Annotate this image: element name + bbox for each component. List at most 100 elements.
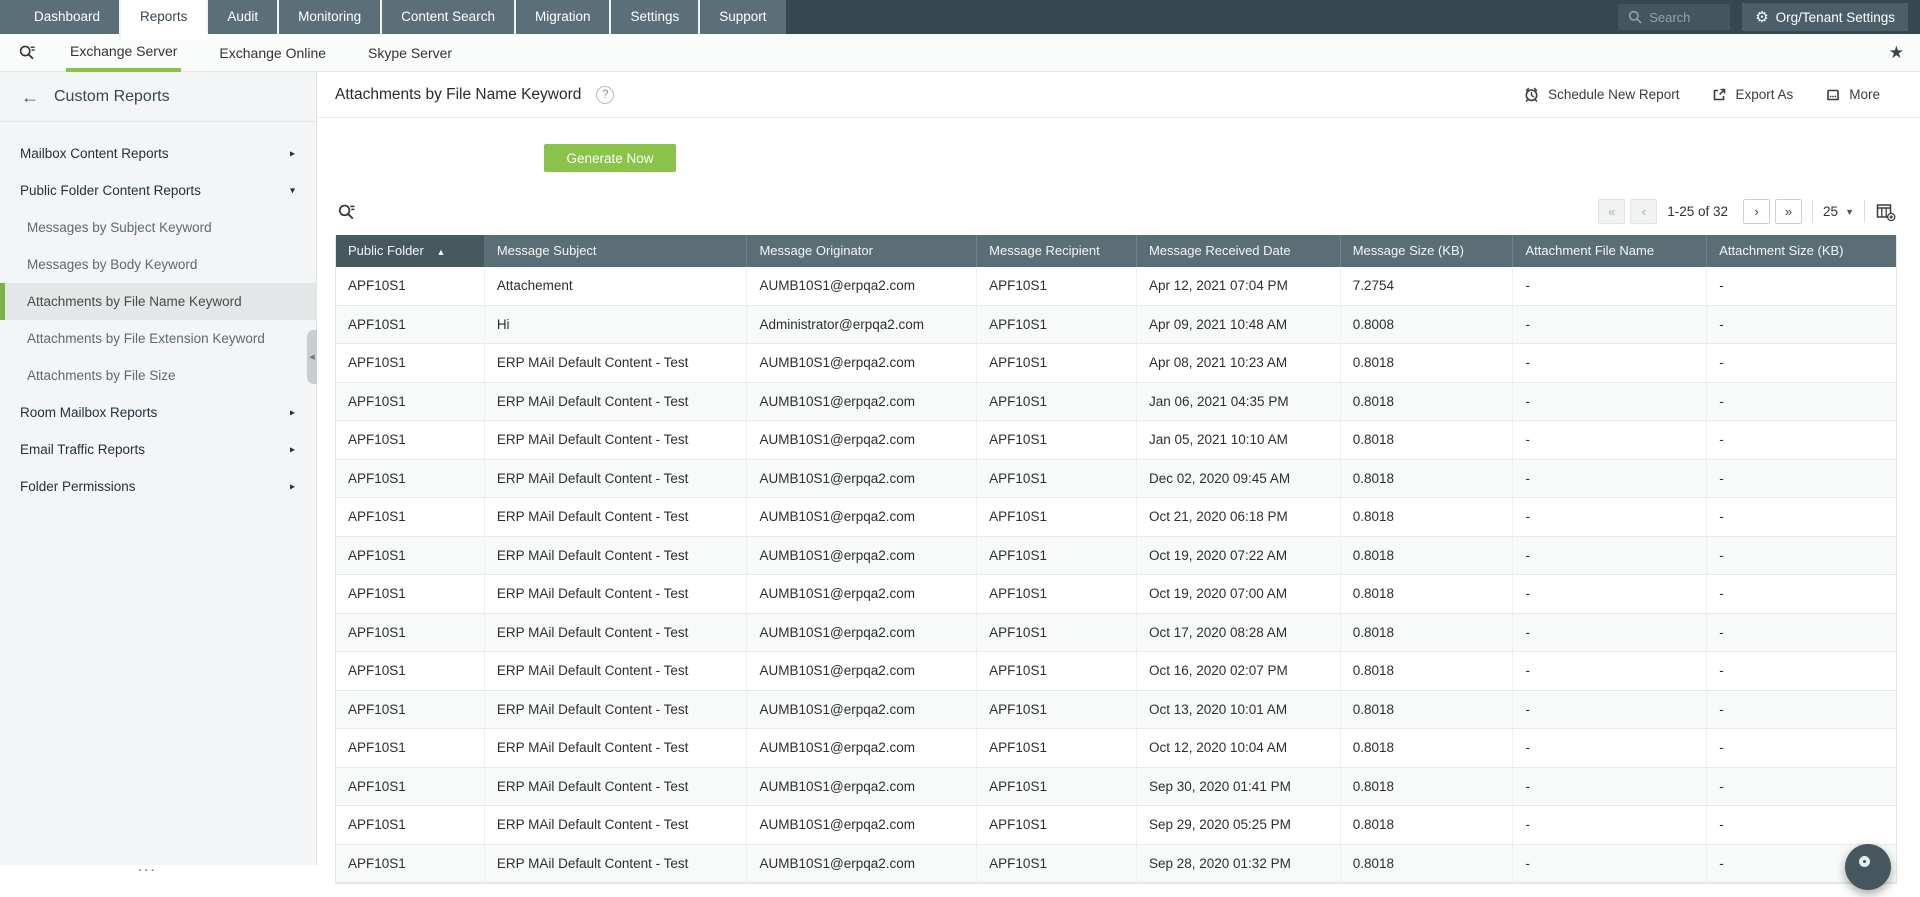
table-header-row: Public Folder ▲ Message Subject Message … [336, 235, 1896, 267]
cell-message-size: 0.8018 [1341, 729, 1514, 767]
previous-page-button[interactable]: ‹ [1630, 199, 1657, 224]
org-tenant-settings-label: Org/Tenant Settings [1776, 10, 1895, 25]
cell-attachment-size: - [1707, 652, 1896, 690]
table-row[interactable]: APF10S1 ERP MAil Default Content - Test … [336, 729, 1896, 768]
cell-attachment-file-name: - [1513, 344, 1707, 382]
column-header[interactable]: Message Subject [485, 235, 748, 267]
org-tenant-settings-button[interactable]: ⚙ Org/Tenant Settings [1742, 3, 1908, 31]
generate-now-button[interactable]: Generate Now [544, 144, 676, 172]
column-header[interactable]: Message Recipient [977, 235, 1137, 267]
cell-message-received-date: Oct 16, 2020 02:07 PM [1137, 652, 1341, 690]
column-header-label: Message Size (KB) [1353, 243, 1464, 258]
sidebar-item-label: Room Mailbox Reports [20, 405, 157, 420]
cell-attachment-size: - [1707, 614, 1896, 652]
cell-public-folder: APF10S1 [336, 768, 485, 806]
cell-public-folder: APF10S1 [336, 421, 485, 459]
cell-message-size: 0.8018 [1341, 691, 1514, 729]
last-page-button[interactable]: » [1775, 199, 1802, 224]
first-page-button[interactable]: « [1598, 199, 1625, 224]
favorite-star-icon[interactable]: ★ [1889, 43, 1904, 63]
sidebar-item[interactable]: Attachments by File Size [0, 357, 316, 394]
nav-tab[interactable]: Support [698, 0, 785, 34]
cell-attachment-file-name: - [1513, 806, 1707, 844]
sidebar-item[interactable]: Attachments by File Name Keyword [0, 283, 316, 320]
cell-message-size: 7.2754 [1341, 267, 1514, 305]
table-row[interactable]: APF10S1 ERP MAil Default Content - Test … [336, 460, 1896, 499]
cell-public-folder: APF10S1 [336, 652, 485, 690]
search-placeholder: Search [1649, 10, 1690, 25]
global-search-input[interactable]: Search [1618, 4, 1730, 30]
back-arrow-icon[interactable]: ← [21, 88, 39, 106]
column-header[interactable]: Message Size (KB) [1341, 235, 1514, 267]
column-header[interactable]: Attachment Size (KB) [1707, 235, 1896, 267]
cell-attachment-file-name: - [1513, 729, 1707, 767]
schedule-new-report-button[interactable]: Schedule New Report [1523, 86, 1679, 103]
nav-tab[interactable]: Dashboard [15, 0, 119, 34]
cell-attachment-file-name: - [1513, 383, 1707, 421]
cell-message-size: 0.8018 [1341, 768, 1514, 806]
column-header[interactable]: Message Received Date [1137, 235, 1341, 267]
sidebar-item[interactable]: Mailbox Content Reports ▸ [0, 135, 316, 172]
table-row[interactable]: APF10S1 ERP MAil Default Content - Test … [336, 383, 1896, 422]
sidebar-item[interactable]: Attachments by File Extension Keyword [0, 320, 316, 357]
table-search-icon[interactable] [337, 202, 357, 222]
cell-message-recipient: APF10S1 [977, 768, 1137, 806]
cell-message-originator: AUMB10S1@erpqa2.com [747, 845, 977, 883]
sidebar-item-label: Attachments by File Name Keyword [27, 294, 242, 309]
table-row[interactable]: APF10S1 ERP MAil Default Content - Test … [336, 498, 1896, 537]
cell-attachment-size: - [1707, 498, 1896, 536]
report-search-icon[interactable] [18, 43, 42, 62]
sidebar-item[interactable]: Public Folder Content Reports ▾ [0, 172, 316, 209]
cell-message-subject: ERP MAil Default Content - Test [485, 691, 748, 729]
cell-public-folder: APF10S1 [336, 498, 485, 536]
cell-public-folder: APF10S1 [336, 306, 485, 344]
nav-tab[interactable]: Migration [514, 0, 610, 34]
cell-message-originator: Administrator@erpqa2.com [747, 306, 977, 344]
column-header[interactable]: Message Originator [747, 235, 977, 267]
divider [1864, 200, 1865, 223]
cell-message-originator: AUMB10S1@erpqa2.com [747, 691, 977, 729]
sidebar-item[interactable]: Messages by Subject Keyword [0, 209, 316, 246]
assistant-floating-button[interactable] [1845, 844, 1891, 890]
table-row[interactable]: APF10S1 ERP MAil Default Content - Test … [336, 652, 1896, 691]
page-size-dropdown[interactable]: 25 ▼ [1823, 204, 1854, 219]
column-header[interactable]: Attachment File Name [1513, 235, 1707, 267]
sidebar-item[interactable]: Folder Permissions ▸ [0, 468, 316, 505]
table-row[interactable]: APF10S1 ERP MAil Default Content - Test … [336, 575, 1896, 614]
nav-tab[interactable]: Reports [119, 0, 206, 40]
table-row[interactable]: APF10S1 ERP MAil Default Content - Test … [336, 768, 1896, 807]
cell-message-recipient: APF10S1 [977, 498, 1137, 536]
sidebar-item[interactable]: Messages by Body Keyword [0, 246, 316, 283]
nav-tab[interactable]: Settings [609, 0, 698, 34]
nav-tab[interactable]: Monitoring [277, 0, 380, 34]
nav-tab[interactable]: Audit [206, 0, 277, 34]
next-page-button[interactable]: › [1743, 199, 1770, 224]
table-row[interactable]: APF10S1 ERP MAil Default Content - Test … [336, 537, 1896, 576]
more-button[interactable]: More [1825, 87, 1880, 103]
sidebar-item[interactable]: Email Traffic Reports ▸ [0, 431, 316, 468]
cell-message-recipient: APF10S1 [977, 845, 1137, 883]
sidebar-item[interactable]: Room Mailbox Reports ▸ [0, 394, 316, 431]
page-size-value: 25 [1823, 204, 1838, 219]
table-row[interactable]: APF10S1 ERP MAil Default Content - Test … [336, 614, 1896, 653]
table-row[interactable]: APF10S1 Attachement AUMB10S1@erpqa2.com … [336, 267, 1896, 306]
table-row[interactable]: APF10S1 ERP MAil Default Content - Test … [336, 344, 1896, 383]
secondary-tab[interactable]: Skype Server [364, 34, 456, 72]
table-row[interactable]: APF10S1 ERP MAil Default Content - Test … [336, 421, 1896, 460]
table-row[interactable]: APF10S1 ERP MAil Default Content - Test … [336, 845, 1896, 884]
column-header[interactable]: Public Folder ▲ [336, 235, 485, 267]
add-column-icon[interactable] [1875, 202, 1896, 222]
table-row[interactable]: APF10S1 ERP MAil Default Content - Test … [336, 806, 1896, 845]
export-as-button[interactable]: Export As [1711, 87, 1793, 103]
table-row[interactable]: APF10S1 ERP MAil Default Content - Test … [336, 691, 1896, 730]
sidebar-collapse-handle[interactable]: ◀ [307, 330, 317, 384]
cell-message-subject: ERP MAil Default Content - Test [485, 768, 748, 806]
secondary-tab[interactable]: Exchange Online [215, 34, 330, 72]
cell-message-recipient: APF10S1 [977, 729, 1137, 767]
help-icon[interactable]: ? [596, 86, 614, 104]
column-header-label: Message Received Date [1149, 243, 1291, 258]
chevron-icon: ▾ [290, 182, 295, 199]
gear-icon: ⚙ [1755, 10, 1768, 25]
table-row[interactable]: APF10S1 Hi Administrator@erpqa2.com APF1… [336, 306, 1896, 345]
nav-tab[interactable]: Content Search [380, 0, 514, 34]
